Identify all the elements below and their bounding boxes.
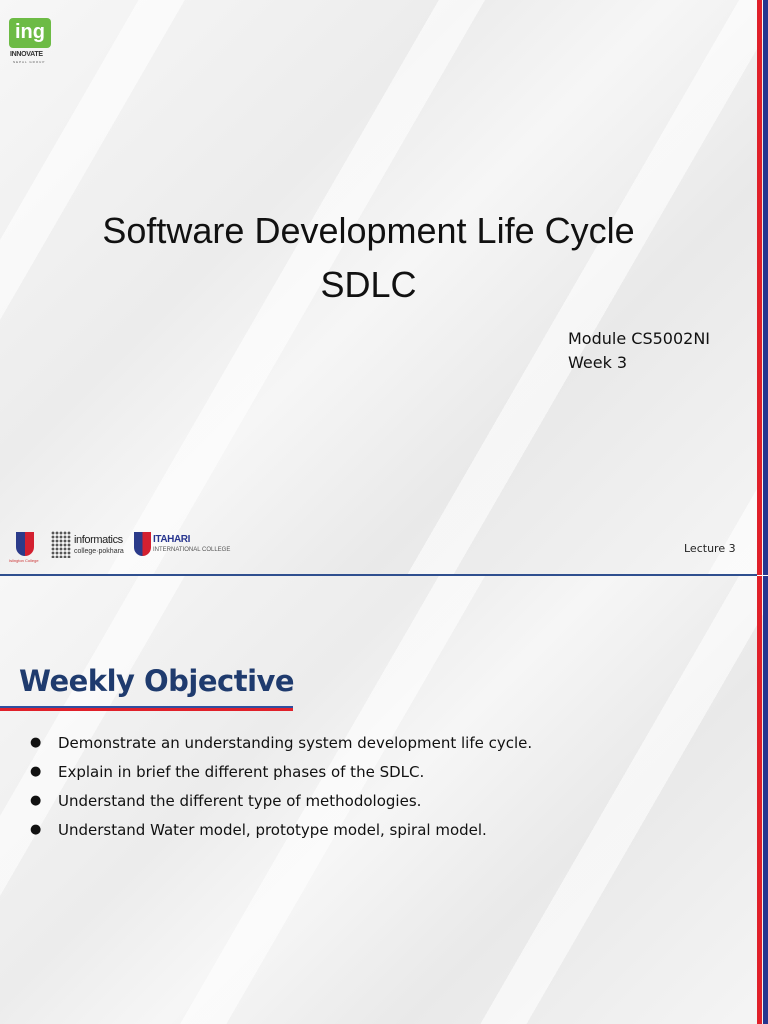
ing-logo-subtext: NEPAL GROUP — [13, 60, 46, 64]
blue-stripe — [763, 0, 768, 575]
informatics-logo-subtext: college·pokhara — [74, 548, 124, 555]
islington-logo-text: Islington College — [9, 558, 39, 563]
red-stripe — [757, 0, 762, 575]
slide-subtitle: SDLC — [320, 264, 417, 305]
bullet-icon: ● — [30, 822, 42, 837]
blue-stripe — [763, 576, 768, 1024]
ing-logo-text: INNOVATE — [10, 51, 43, 58]
list-item: ● Understand the different type of method… — [30, 791, 532, 820]
list-item: ● Understand Water model, prototype model… — [30, 820, 532, 849]
list-item: ● Demonstrate an understanding system dev… — [30, 733, 532, 762]
informatics-logo-icon — [51, 531, 71, 558]
module-info: Module CS5002NI Week 3 — [568, 327, 710, 375]
lecture-footer: Lecture 3 — [684, 542, 736, 555]
bullet-icon: ● — [30, 793, 42, 808]
heading-underline-red — [0, 708, 293, 711]
list-item: ● Explain in brief the different phases o… — [30, 762, 532, 791]
itahari-logo-subtext: INTERNATIONAL COLLEGE — [153, 547, 231, 553]
title-slide: ing INNOVATE NEPAL GROUP Software Develo… — [0, 0, 768, 575]
objective-list: ● Demonstrate an understanding system dev… — [30, 733, 532, 849]
bullet-icon: ● — [30, 735, 42, 750]
itahari-logo-text: ITAHARI — [153, 534, 191, 545]
red-stripe — [757, 576, 762, 1024]
objective-slide: Weekly Objective ● Demonstrate an underst… — [0, 576, 768, 1024]
ing-logo: ing — [9, 18, 51, 48]
bullet-icon: ● — [30, 764, 42, 779]
itahari-crest-icon — [134, 532, 151, 556]
islington-crest-icon — [16, 532, 34, 556]
slide-heading: Weekly Objective — [19, 664, 295, 698]
module-code: Module CS5002NI — [568, 329, 710, 348]
slide-title: Software Development Life Cycle — [102, 210, 635, 251]
informatics-logo-text: informatics — [74, 534, 123, 546]
week-label: Week 3 — [568, 353, 628, 372]
